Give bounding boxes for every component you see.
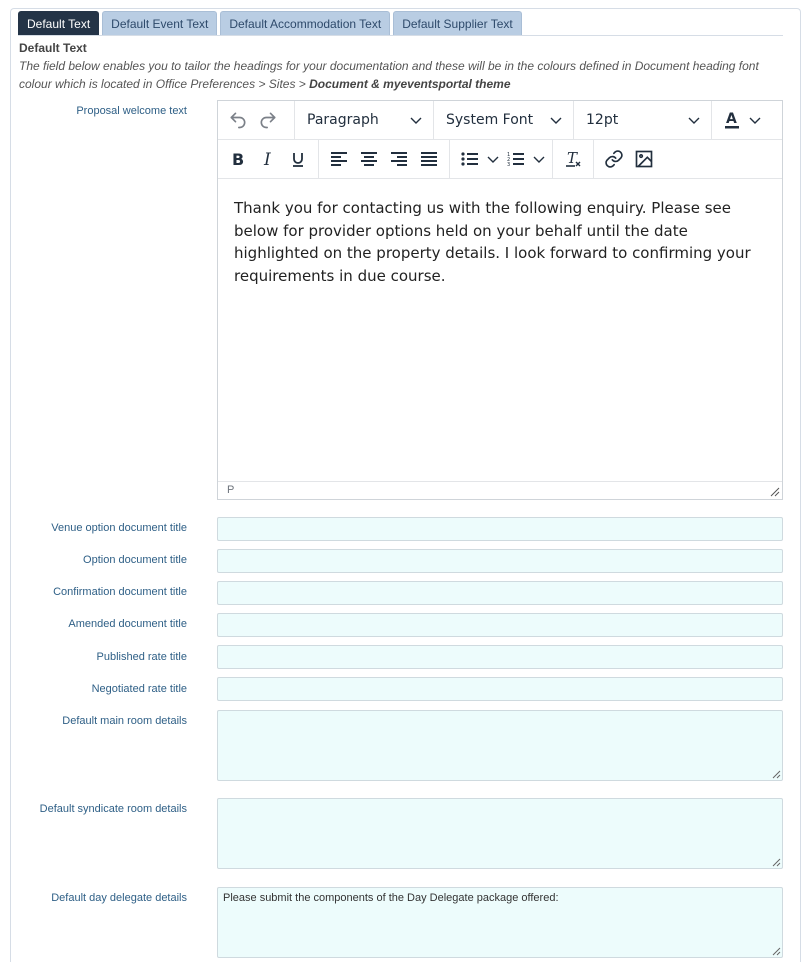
day-delegate-details-textarea[interactable]: Please submit the components of the Day … <box>217 887 783 958</box>
align-center-button[interactable] <box>354 144 384 174</box>
editor-content[interactable]: Thank you for contacting us with the fol… <box>218 180 782 482</box>
chevron-down-icon <box>410 117 422 124</box>
font-size-value: 12pt <box>586 112 619 128</box>
section-title: Default Text <box>19 41 87 55</box>
resize-handle-icon <box>772 947 781 956</box>
day-delegate-details-label: Default day delegate details <box>51 892 187 904</box>
tab-default-accommodation-text[interactable]: Default Accommodation Text <box>220 11 391 35</box>
clear-formatting-icon: T <box>566 150 581 167</box>
align-center-icon <box>361 152 377 166</box>
clear-formatting-button[interactable]: T <box>558 144 588 174</box>
block-format-select[interactable]: Paragraph <box>295 100 434 140</box>
main-room-details-label: Default main room details <box>62 715 187 727</box>
tab-divider <box>18 35 783 36</box>
undo-button[interactable] <box>223 105 253 135</box>
proposal-welcome-label: Proposal welcome text <box>76 105 187 117</box>
svg-text:A: A <box>726 111 737 127</box>
resize-handle-icon <box>772 858 781 867</box>
chevron-down-icon <box>550 117 562 124</box>
resize-handle-icon <box>772 770 781 779</box>
venue-option-title-label: Venue option document title <box>51 522 187 534</box>
tab-default-text[interactable]: Default Text <box>18 11 100 35</box>
italic-icon: I <box>263 150 271 168</box>
published-rate-title-label: Published rate title <box>96 651 188 663</box>
svg-text:B: B <box>232 150 244 168</box>
syndicate-room-details-label: Default syndicate room details <box>39 803 187 815</box>
confirmation-title-input[interactable] <box>217 581 783 605</box>
negotiated-rate-title-label: Negotiated rate title <box>91 683 187 695</box>
insert-group <box>594 140 664 179</box>
insert-link-button[interactable] <box>599 144 629 174</box>
font-family-select[interactable]: System Font <box>434 100 574 140</box>
editor-toolbar-row-2: B I 1 2 3 T <box>218 139 782 179</box>
redo-button[interactable] <box>253 105 283 135</box>
numbered-list-button[interactable]: 123 <box>501 144 547 174</box>
tab-default-event-text[interactable]: Default Event Text <box>102 11 218 35</box>
text-color-icon: A <box>725 111 739 129</box>
italic-button[interactable]: I <box>253 144 283 174</box>
amended-title-input[interactable] <box>217 613 783 637</box>
chevron-down-icon <box>749 117 761 124</box>
confirmation-title-label: Confirmation document title <box>53 586 187 598</box>
list-group: 123 <box>450 139 553 179</box>
text-color-button[interactable]: A <box>717 105 763 135</box>
svg-text:I: I <box>263 150 271 168</box>
bold-button[interactable]: B <box>223 144 253 174</box>
text-color-group: A <box>712 101 782 140</box>
underline-button[interactable] <box>283 144 313 174</box>
svg-text:3: 3 <box>507 162 510 167</box>
option-title-label: Option document title <box>83 554 187 566</box>
history-group <box>218 100 295 140</box>
align-right-icon <box>391 152 407 166</box>
syndicate-room-details-textarea[interactable] <box>217 798 783 869</box>
bullet-list-icon <box>461 152 478 166</box>
font-family-value: System Font <box>446 112 534 128</box>
align-justify-icon <box>421 152 437 166</box>
insert-image-button[interactable] <box>629 144 659 174</box>
venue-option-title-input[interactable] <box>217 517 783 541</box>
editor-statusbar: P <box>218 481 782 499</box>
resize-handle-icon <box>770 487 780 497</box>
align-left-icon <box>331 152 347 166</box>
image-icon <box>635 150 653 168</box>
bullet-list-button[interactable] <box>455 144 501 174</box>
clear-group: T <box>553 139 594 179</box>
amended-title-label: Amended document title <box>68 618 187 630</box>
editor-toolbar-row-1: Paragraph System Font 12pt A <box>218 100 782 140</box>
font-size-select[interactable]: 12pt <box>574 100 712 140</box>
redo-icon <box>260 112 276 129</box>
chevron-down-icon <box>688 117 700 124</box>
undo-icon <box>230 112 246 129</box>
align-justify-button[interactable] <box>414 144 444 174</box>
tab-bar: Default Text Default Event Text Default … <box>18 11 522 35</box>
chevron-down-icon <box>533 156 545 163</box>
align-right-button[interactable] <box>384 144 414 174</box>
negotiated-rate-title-input[interactable] <box>217 677 783 701</box>
main-room-details-textarea[interactable] <box>217 710 783 781</box>
align-left-button[interactable] <box>324 144 354 174</box>
align-group <box>319 139 450 179</box>
tab-default-supplier-text[interactable]: Default Supplier Text <box>393 11 522 35</box>
numbered-list-icon: 123 <box>507 152 524 167</box>
section-description-bold: Document & myeventsportal theme <box>309 77 511 91</box>
format-group: B I <box>218 139 319 179</box>
section-description: The field below enables you to tailor th… <box>19 57 784 93</box>
svg-text:T: T <box>567 150 578 167</box>
underline-icon <box>293 153 303 167</box>
link-icon <box>605 150 623 168</box>
option-title-input[interactable] <box>217 549 783 573</box>
element-path[interactable]: P <box>227 484 234 496</box>
published-rate-title-input[interactable] <box>217 645 783 669</box>
block-format-value: Paragraph <box>307 112 379 128</box>
bold-icon: B <box>232 150 244 168</box>
chevron-down-icon <box>487 156 499 163</box>
rich-text-editor: Paragraph System Font 12pt A B I 1 2 3 T… <box>217 100 783 500</box>
